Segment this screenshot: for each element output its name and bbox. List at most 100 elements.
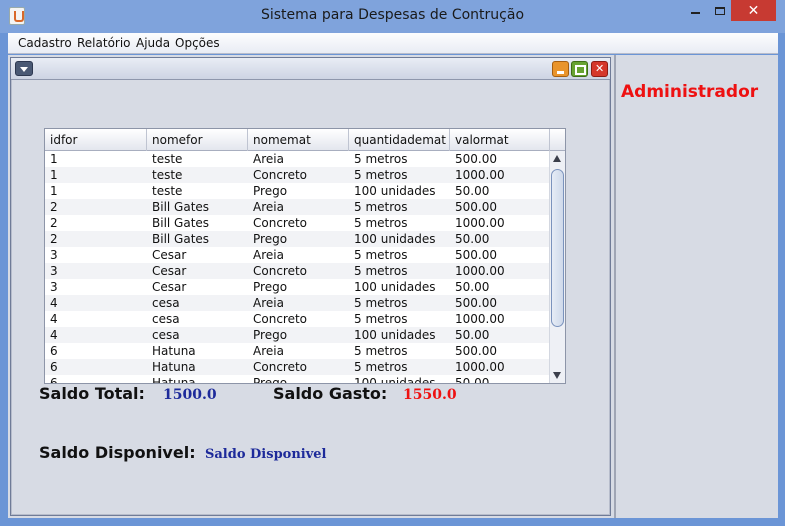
- table-cell-idfor: 1: [50, 168, 58, 182]
- table-cell-nomemat: Areia: [253, 344, 284, 358]
- table-cell-valormat: 50.00: [455, 376, 490, 384]
- table-cell-quantidademat: 100 unidades: [354, 280, 436, 294]
- table-cell-nomemat: Areia: [253, 296, 284, 310]
- saldo-gasto-value: 1550.0: [403, 387, 457, 403]
- table-cell-idfor: 1: [50, 184, 58, 198]
- table-cell-quantidademat: 5 metros: [354, 344, 408, 358]
- table-cell-nomefor: teste: [152, 168, 183, 182]
- scroll-down-icon[interactable]: [553, 372, 561, 379]
- table-cell-idfor: 4: [50, 328, 58, 342]
- window-minimize-button[interactable]: [681, 0, 709, 21]
- table-cell-nomefor: cesa: [152, 328, 180, 342]
- table-cell-quantidademat: 5 metros: [354, 152, 408, 166]
- menu-ajuda[interactable]: Ajuda: [136, 36, 170, 50]
- table-row[interactable]: 2 Bill Gates Areia 5 metros 500.00: [45, 199, 549, 215]
- saldo-disponivel-label: Saldo Disponivel:: [39, 443, 196, 462]
- table-cell-valormat: 500.00: [455, 248, 497, 262]
- table-cell-idfor: 2: [50, 232, 58, 246]
- window-title: Sistema para Despesas de Contrução: [260, 7, 525, 23]
- table-cell-idfor: 1: [50, 152, 58, 166]
- scroll-thumb[interactable]: [551, 169, 564, 327]
- table-cell-quantidademat: 100 unidades: [354, 376, 436, 384]
- table-cell-nomefor: cesa: [152, 312, 180, 326]
- table-cell-valormat: 1000.00: [455, 168, 505, 182]
- table-row[interactable]: 4 cesa Prego 100 unidades 50.00: [45, 327, 549, 343]
- column-header-quantidademat[interactable]: quantidademat: [349, 129, 450, 151]
- table-cell-idfor: 2: [50, 200, 58, 214]
- window-titlebar[interactable]: Sistema para Despesas de Contrução ✕: [0, 0, 785, 33]
- table-cell-nomemat: Areia: [253, 152, 284, 166]
- maximize-icon: [715, 6, 725, 15]
- close-icon: ✕: [747, 2, 760, 19]
- table-row[interactable]: 1 teste Prego 100 unidades 50.00: [45, 183, 549, 199]
- menu-relatorio[interactable]: Relatório: [77, 36, 131, 50]
- table-cell-nomemat: Prego: [253, 232, 288, 246]
- table-cell-quantidademat: 100 unidades: [354, 184, 436, 198]
- table-cell-valormat: 50.00: [455, 232, 490, 246]
- table-row[interactable]: 1 teste Concreto 5 metros 1000.00: [45, 167, 549, 183]
- table-cell-idfor: 2: [50, 216, 58, 230]
- maximize-icon[interactable]: [571, 61, 588, 77]
- column-header-nomefor[interactable]: nomefor: [147, 129, 248, 151]
- table-cell-nomemat: Prego: [253, 280, 288, 294]
- internal-frame-titlebar[interactable]: [11, 58, 610, 80]
- table-row[interactable]: 4 cesa Concreto 5 metros 1000.00: [45, 311, 549, 327]
- saldo-gasto-label: Saldo Gasto:: [273, 384, 388, 403]
- table-cell-nomemat: Prego: [253, 328, 288, 342]
- table-row[interactable]: 2 Bill Gates Prego 100 unidades 50.00: [45, 231, 549, 247]
- user-role-label: Administrador: [621, 82, 759, 102]
- table-cell-nomemat: Prego: [253, 376, 288, 384]
- table-cell-valormat: 1000.00: [455, 312, 505, 326]
- table-row[interactable]: 2 Bill Gates Concreto 5 metros 1000.00: [45, 215, 549, 231]
- table-row[interactable]: 3 Cesar Concreto 5 metros 1000.00: [45, 263, 549, 279]
- table-cell-quantidademat: 100 unidades: [354, 328, 436, 342]
- table-cell-nomefor: Hatuna: [152, 376, 196, 384]
- minimize-icon: [690, 11, 700, 14]
- table-cell-nomefor: teste: [152, 152, 183, 166]
- table-cell-quantidademat: 5 metros: [354, 168, 408, 182]
- table-cell-valormat: 1000.00: [455, 264, 505, 278]
- table-cell-quantidademat: 5 metros: [354, 200, 408, 214]
- table-cell-valormat: 500.00: [455, 344, 497, 358]
- menu-opcoes[interactable]: Opções: [175, 36, 220, 50]
- table-cell-idfor: 3: [50, 248, 58, 262]
- table-scrollbar[interactable]: [549, 151, 565, 383]
- table-cell-idfor: 3: [50, 280, 58, 294]
- table-row[interactable]: 3 Cesar Prego 100 unidades 50.00: [45, 279, 549, 295]
- saldo-total-value: 1500.0: [163, 387, 217, 403]
- table-cell-nomefor: Cesar: [152, 280, 187, 294]
- table-row[interactable]: 1 teste Areia 5 metros 500.00: [45, 151, 549, 167]
- table-cell-idfor: 6: [50, 344, 58, 358]
- menu-cadastro[interactable]: Cadastro: [18, 36, 72, 50]
- chevron-down-icon[interactable]: [15, 61, 33, 76]
- table-cell-nomefor: Cesar: [152, 248, 187, 262]
- close-icon[interactable]: [591, 61, 608, 77]
- table-cell-nomefor: Bill Gates: [152, 232, 210, 246]
- table-cell-valormat: 500.00: [455, 296, 497, 310]
- side-divider: [614, 55, 616, 518]
- table-cell-idfor: 4: [50, 296, 58, 310]
- column-header-valormat[interactable]: valormat: [450, 129, 550, 151]
- saldo-total-label: Saldo Total:: [39, 384, 145, 403]
- table-row[interactable]: 6 Hatuna Areia 5 metros 500.00: [45, 343, 549, 359]
- column-header-nomemat[interactable]: nomemat: [248, 129, 349, 151]
- table-cell-quantidademat: 5 metros: [354, 312, 408, 326]
- table-cell-nomefor: Cesar: [152, 264, 187, 278]
- table-cell-quantidademat: 5 metros: [354, 264, 408, 278]
- materials-table[interactable]: idfor nomefor nomemat quantidademat valo…: [44, 128, 566, 384]
- table-row[interactable]: 6 Hatuna Prego 100 unidades 50.00: [45, 375, 549, 384]
- scroll-up-icon[interactable]: [553, 155, 561, 162]
- table-cell-valormat: 50.00: [455, 328, 490, 342]
- table-row[interactable]: 6 Hatuna Concreto 5 metros 1000.00: [45, 359, 549, 375]
- table-cell-valormat: 1000.00: [455, 360, 505, 374]
- window-bottom-border: [0, 518, 785, 526]
- table-row[interactable]: 3 Cesar Areia 5 metros 500.00: [45, 247, 549, 263]
- table-cell-nomemat: Concreto: [253, 264, 308, 278]
- table-row[interactable]: 4 cesa Areia 5 metros 500.00: [45, 295, 549, 311]
- table-cell-nomefor: Hatuna: [152, 344, 196, 358]
- window-maximize-button[interactable]: [706, 0, 734, 21]
- window-close-button[interactable]: ✕: [731, 0, 776, 21]
- column-header-idfor[interactable]: idfor: [45, 129, 147, 151]
- table-cell-nomefor: cesa: [152, 296, 180, 310]
- minimize-icon[interactable]: [552, 61, 569, 77]
